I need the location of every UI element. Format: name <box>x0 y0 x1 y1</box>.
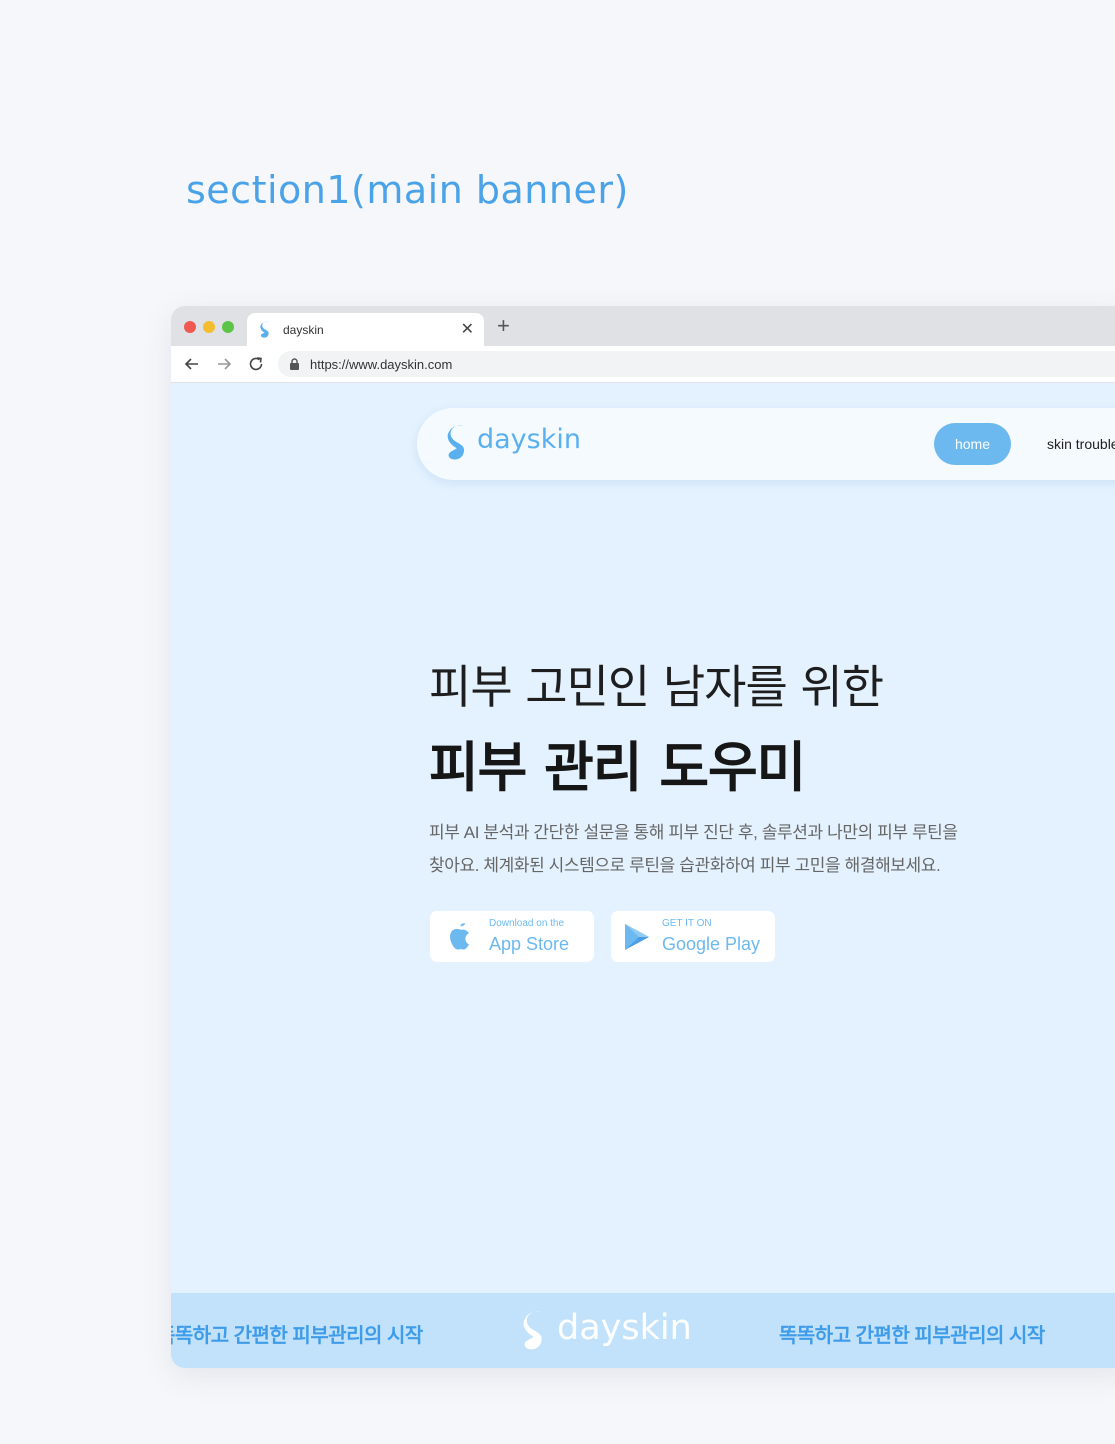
marquee-text: 똑똑하고 간편한 피부관리의 시작 <box>779 1325 1045 1347</box>
browser-toolbar: https://www.dayskin.com <box>171 346 1115 383</box>
marquee-text: 똑똑하고 간편한 피부관리의 시작 <box>171 1325 423 1347</box>
nav-home-button[interactable]: home <box>934 423 1011 465</box>
browser-tab-bar: dayskin ✕ + <box>171 306 1115 346</box>
apple-icon <box>450 923 469 950</box>
tab-title: dayskin <box>283 323 324 337</box>
google-play-label: Google Play <box>662 934 761 954</box>
back-arrow-icon[interactable] <box>183 355 201 373</box>
browser-window: dayskin ✕ + https://www.dayskin.com days… <box>171 306 1115 1368</box>
dayskin-logo-icon <box>523 1311 542 1350</box>
app-store-label: App Store <box>489 934 570 954</box>
google-play-caption: GET IT ON <box>662 918 712 929</box>
site-navbar: dayskin home skin trouble <box>417 408 1115 480</box>
new-tab-icon[interactable]: + <box>497 315 510 337</box>
hero-title: 피부 관리 도우미 <box>429 736 806 799</box>
page-content: dayskin home skin trouble 피부 고민인 남자를 위한 … <box>171 383 1115 1368</box>
site-logo[interactable]: dayskin <box>477 424 581 455</box>
section-label: section1(main banner) <box>186 168 629 212</box>
dayskin-logo-icon[interactable] <box>445 424 471 462</box>
app-store-button[interactable]: Download on the App Store <box>430 911 594 962</box>
marquee-band: 똑똑하고 간편한 피부관리의 시작 dayskin 똑똑하고 간편한 피부관리의… <box>171 1293 1115 1368</box>
lock-icon <box>290 358 299 370</box>
minimize-window-button[interactable] <box>203 321 215 333</box>
app-store-caption: Download on the <box>489 918 565 929</box>
maximize-window-button[interactable] <box>222 321 234 333</box>
close-window-button[interactable] <box>184 321 196 333</box>
marquee-logo: dayskin <box>557 1308 692 1348</box>
dayskin-favicon-icon <box>260 321 269 338</box>
url-text: https://www.dayskin.com <box>310 357 453 372</box>
address-bar[interactable]: https://www.dayskin.com <box>278 351 1115 377</box>
close-tab-icon[interactable]: ✕ <box>461 319 474 339</box>
google-play-icon <box>625 924 649 950</box>
hero-description: 피부 AI 분석과 간단한 설문을 통해 피부 진단 후, 솔루션과 나만의 피… <box>429 816 1029 882</box>
google-play-button[interactable]: GET IT ON Google Play <box>611 911 775 962</box>
forward-arrow-icon[interactable] <box>215 355 233 373</box>
reload-icon[interactable] <box>247 355 265 373</box>
browser-tab[interactable]: dayskin ✕ <box>247 313 484 346</box>
hero-subtitle: 피부 고민인 남자를 위한 <box>429 660 884 714</box>
hero-description-line: 찾아요. 체계화된 시스템으로 루틴을 습관화하여 피부 고민을 해결해보세요. <box>429 856 941 875</box>
hero-description-line: 피부 AI 분석과 간단한 설문을 통해 피부 진단 후, 솔루션과 나만의 피… <box>429 823 958 842</box>
nav-skin-trouble[interactable]: skin trouble <box>1047 436 1115 452</box>
